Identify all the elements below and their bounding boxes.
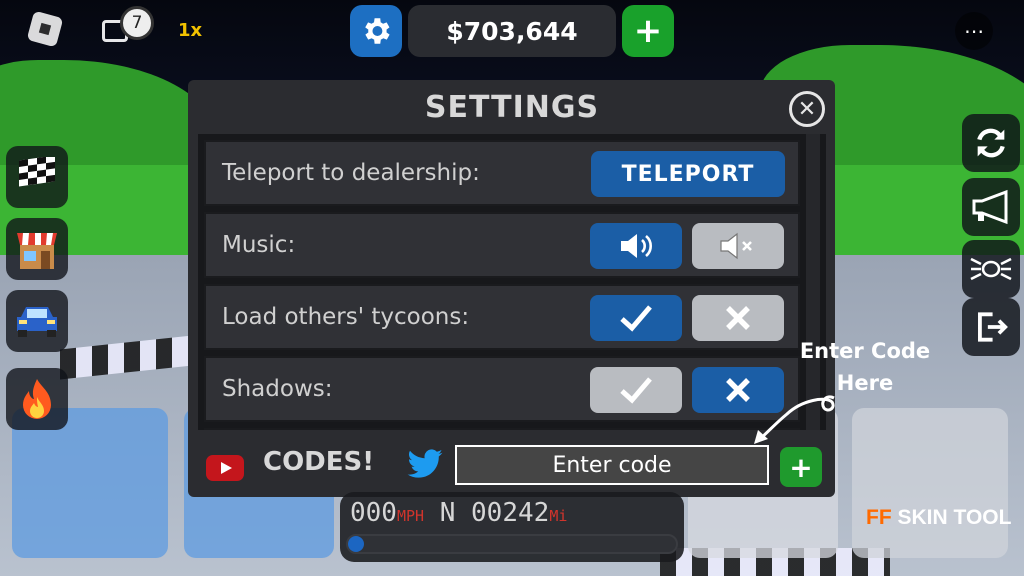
close-settings-button[interactable]: ✕ <box>789 91 825 127</box>
annotation-line: Enter Code <box>799 339 931 363</box>
gear-icon <box>365 18 390 44</box>
speed-multiplier: 1x <box>178 20 203 41</box>
race-button[interactable] <box>6 146 68 208</box>
music-off-button[interactable] <box>692 223 784 269</box>
setting-row-partial <box>204 428 800 430</box>
fire-icon <box>23 379 51 419</box>
speed-progress-fill <box>348 536 365 552</box>
teleport-button[interactable]: TELEPORT <box>591 151 785 197</box>
code-input[interactable] <box>455 445 769 485</box>
odometer-value: 00242 <box>471 498 550 528</box>
add-money-button[interactable]: + <box>622 5 674 57</box>
headlights-button[interactable] <box>962 240 1020 298</box>
watermark: FF SKIN TOOL <box>866 506 1011 530</box>
more-options-button[interactable]: ⋯ <box>955 12 993 50</box>
setting-row-load-tycoons: Load others' tycoons: <box>204 284 800 350</box>
shop-button[interactable] <box>6 218 68 280</box>
setting-label: Shadows: <box>222 376 333 402</box>
gear-indicator: N <box>439 498 456 528</box>
close-icon: ✕ <box>797 96 817 122</box>
music-on-button[interactable] <box>590 223 682 269</box>
refresh-icon <box>977 128 1005 158</box>
speed-unit: MPH <box>396 507 425 525</box>
settings-list[interactable]: Teleport to dealership: TELEPORT Music: … <box>198 134 826 430</box>
setting-label: Teleport to dealership: <box>222 160 480 186</box>
watermark-brand: FF <box>866 506 892 529</box>
load-tycoons-off-button[interactable] <box>692 295 784 341</box>
horn-button[interactable] <box>962 178 1020 236</box>
horn-icon <box>972 189 1008 225</box>
speedometer: 000MPH N 00242Mi <box>340 492 684 562</box>
vehicles-button[interactable] <box>6 290 68 352</box>
load-tycoons-on-button[interactable] <box>590 295 682 341</box>
speed-value: 000 <box>350 498 397 528</box>
dpad-left-button[interactable] <box>12 408 168 558</box>
youtube-icon[interactable] <box>206 455 244 481</box>
setting-row-music: Music: <box>204 212 800 278</box>
checkmark-icon <box>620 377 652 404</box>
shop-icon <box>17 233 57 269</box>
redeem-code-button[interactable]: + <box>780 447 822 487</box>
annotation-arrow-icon <box>754 395 835 444</box>
speaker-on-icon <box>621 234 652 258</box>
setting-label: Load others' tycoons: <box>222 304 470 330</box>
shadows-on-button[interactable] <box>590 367 682 413</box>
codes-strip: CODES! + <box>198 437 826 493</box>
setting-row-teleport: Teleport to dealership: TELEPORT <box>204 140 800 206</box>
boost-button[interactable] <box>6 368 68 430</box>
car-icon <box>17 307 57 337</box>
chat-count-badge: 7 <box>120 6 154 40</box>
exit-vehicle-button[interactable] <box>962 298 1020 356</box>
watermark-text: SKIN TOOL <box>897 506 1012 529</box>
checkmark-icon <box>620 305 652 332</box>
speedometer-readout: 000MPH N 00242Mi <box>350 498 567 528</box>
headlights-icon <box>970 257 1012 281</box>
speaker-muted-icon <box>720 232 752 260</box>
setting-row-shadows: Shadows: <box>204 356 800 422</box>
x-icon <box>726 306 750 330</box>
accelerate-button[interactable] <box>852 408 1008 558</box>
checkered-flag-icon <box>19 157 55 187</box>
codes-label: CODES! <box>263 447 375 477</box>
settings-button[interactable] <box>350 5 402 57</box>
money-display: $703,644 <box>408 5 616 57</box>
exit-icon <box>978 312 1008 342</box>
speed-progress-bar <box>346 534 678 554</box>
settings-title: SETTINGS <box>424 90 600 125</box>
odometer-unit: Mi <box>549 507 568 525</box>
setting-label: Music: <box>222 232 296 258</box>
twitter-icon[interactable] <box>406 449 444 481</box>
